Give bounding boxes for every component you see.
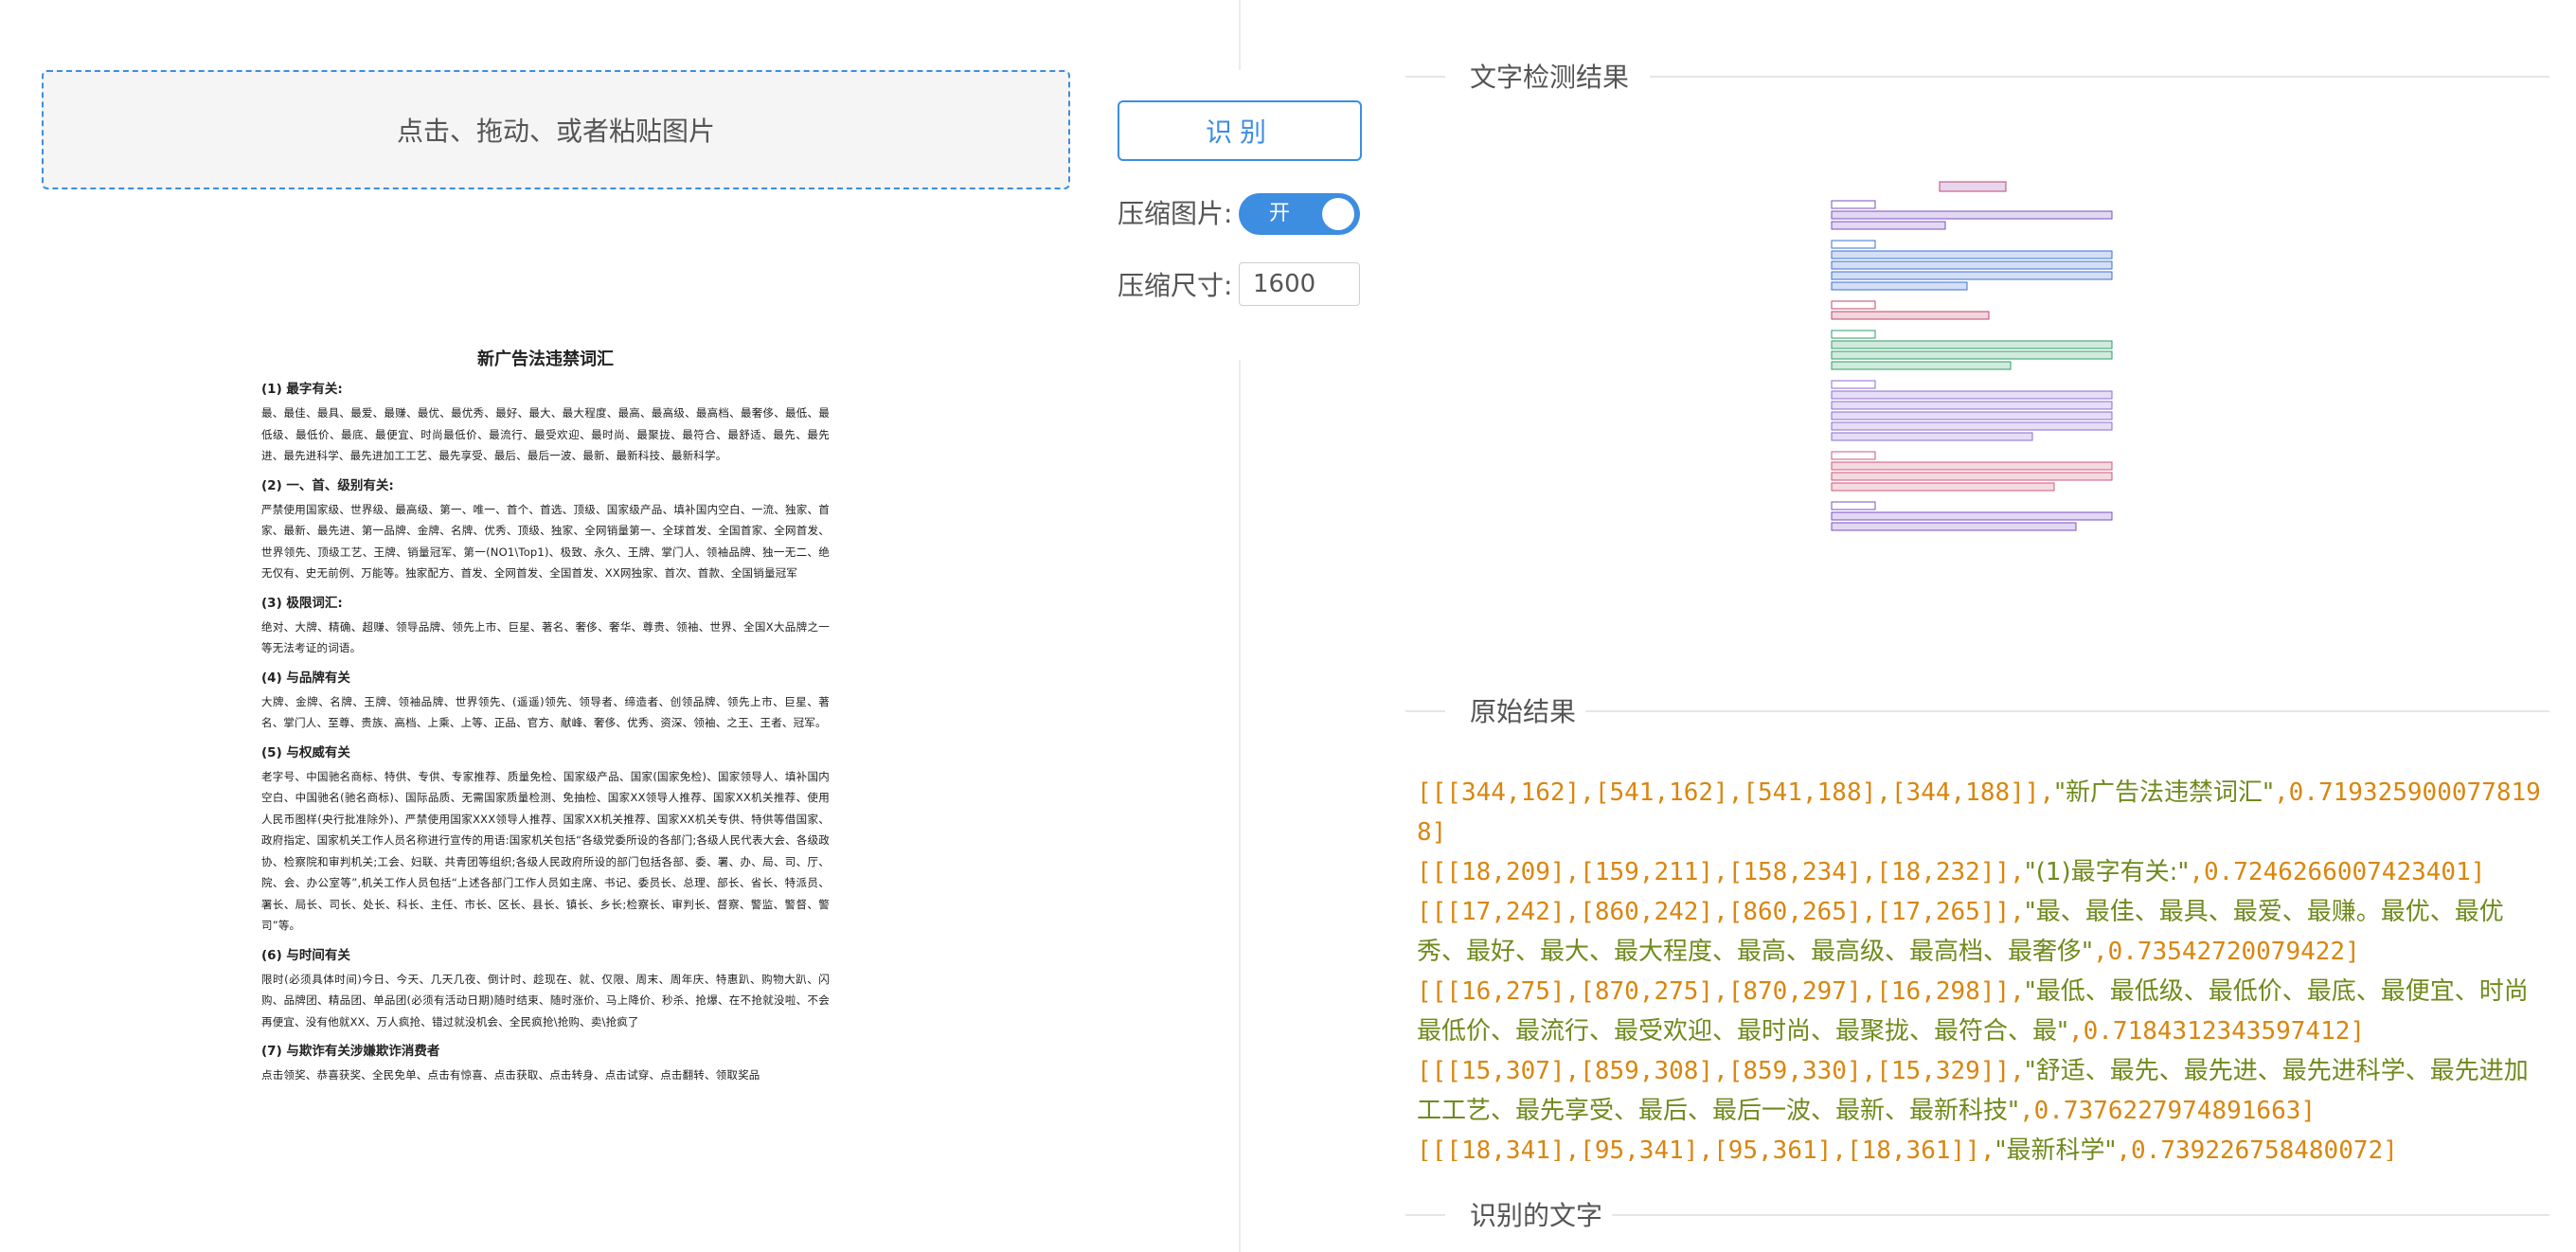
document-section: (4) 与品牌有关 大牌、金牌、名牌、王牌、领袖品牌、世界领先、(遥遥)领先、领… [261, 669, 830, 734]
raw-box-coords: [[[15,307],[859,308],[859,330],[15,329]]… [1417, 1057, 2025, 1085]
uploaded-image-preview: 新广告法违禁词汇 (1) 最字有关: 最、最佳、最具、最爱、最赚、最优、最优秀、… [261, 336, 830, 1207]
document-section: (3) 极限词汇: 绝对、大牌、精确、超赚、领导品牌、领先上市、巨星、著名、奢侈… [261, 594, 830, 659]
section-heading: (6) 与时间有关 [261, 947, 350, 963]
raw-result-line: [[[18,209],[159,211],[158,234],[18,232]]… [1417, 852, 2544, 892]
detection-box [1831, 411, 2113, 420]
section-heading: (4) 与品牌有关 [261, 670, 350, 686]
detection-box [1831, 260, 2113, 270]
detection-box [1831, 340, 2113, 349]
raw-score: ,0.73542720079422] [2092, 938, 2360, 966]
detection-box [1831, 401, 2113, 410]
detection-box [1831, 300, 1876, 310]
divider-line [1612, 1214, 2549, 1216]
raw-box-coords: [[[18,341],[95,341],[95,361],[18,361]], [1417, 1136, 1995, 1161]
raw-result-line: [[[17,242],[860,242],[860,265],[17,265]]… [1417, 892, 2544, 972]
detection-box [1831, 390, 2113, 400]
column-divider [1239, 0, 1241, 70]
section-body: 大牌、金牌、名牌、王牌、领袖品牌、世界领先、(遥遥)领先、领导者、缔造者、创领品… [261, 694, 830, 730]
compress-toggle[interactable]: 开 [1239, 193, 1360, 235]
detection-box [1831, 210, 2113, 220]
raw-result-line: [[[15,307],[859,308],[859,330],[15,329]]… [1417, 1051, 2544, 1131]
raw-text-value: "新广告法违禁词汇" [2054, 778, 2275, 807]
divider-line [1405, 1214, 1445, 1216]
detection-box [1831, 250, 2113, 259]
detection-boxes-overlay [1831, 181, 2113, 531]
detection-section-header: 文字检测结果 [1405, 57, 2549, 95]
recognize-button[interactable]: 识别 [1118, 100, 1362, 161]
document-section: (6) 与时间有关 限时(必须具体时间)今日、今天、几天几夜、倒计时、趁现在、就… [261, 946, 830, 1033]
upload-hint: 点击、拖动、或者粘贴图片 [396, 116, 715, 147]
detection-box [1831, 511, 2113, 521]
section-heading: (7) 与欺诈有关涉嫌欺诈消费者 [261, 1044, 440, 1059]
raw-score: ,0.7184312343597412] [2067, 1017, 2366, 1046]
recognized-text-title: 识别的文字 [1470, 1200, 1603, 1231]
document-section: (5) 与权威有关 老字号、中国驰名商标、特供、专供、专家推荐、质量免检、国家级… [261, 743, 830, 937]
section-body: 点击领奖、恭喜获奖、全民免单、点击有惊喜、点击获取、点击转身、点击试穿、点击翻转… [261, 1068, 760, 1082]
compress-size-input[interactable] [1239, 262, 1360, 306]
document-section: (2) 一、首、级别有关: 严禁使用国家级、世界级、最高级、第一、唯一、首个、首… [261, 476, 830, 584]
section-body: 绝对、大牌、精确、超赚、领导品牌、领先上市、巨星、著名、奢侈、奢华、尊贵、领袖、… [261, 619, 830, 655]
column-divider [1239, 360, 1241, 1252]
detection-box [1831, 281, 1968, 291]
divider-line [1585, 710, 2549, 712]
detection-box [1831, 221, 1946, 230]
section-body: 最、最佳、最具、最爱、最赚、最优、最优秀、最好、最大、最大程度、最高、最高级、最… [261, 406, 830, 462]
detection-box [1831, 311, 1990, 320]
raw-results-output: [[[344,162],[541,162],[541,188],[344,188… [1417, 773, 2544, 1161]
section-body: 老字号、中国驰名商标、特供、专供、专家推荐、质量免检、国家级产品、国家(国家免检… [261, 769, 830, 933]
compress-size-label: 压缩尺寸: [1118, 270, 1233, 301]
detection-box [1831, 472, 2113, 481]
section-heading: (5) 与权威有关 [261, 744, 350, 760]
raw-section-header: 原始结果 [1405, 691, 2549, 729]
toggle-knob [1322, 198, 1354, 230]
detection-box [1831, 421, 2113, 431]
raw-score: ,0.739226758480072] [2116, 1136, 2398, 1161]
detection-box [1831, 432, 2033, 441]
detection-box [1831, 461, 2113, 471]
text-section-header: 识别的文字 [1405, 1195, 2549, 1233]
document-section: (7) 与欺诈有关涉嫌欺诈消费者 点击领奖、恭喜获奖、全民免单、点击有惊喜、点击… [261, 1042, 830, 1086]
detection-box [1831, 522, 2077, 531]
section-body: 限时(必须具体时间)今日、今天、几天几夜、倒计时、趁现在、就、仅限、周末、周年庆… [261, 972, 830, 1028]
image-upload-dropzone[interactable]: 点击、拖动、或者粘贴图片 [42, 70, 1070, 189]
document-title: 新广告法违禁词汇 [477, 349, 614, 369]
raw-score: ,0.7376227974891663] [2018, 1097, 2317, 1125]
section-heading: (2) 一、首、级别有关: [261, 477, 394, 493]
divider-line [1405, 710, 1445, 712]
raw-score: ,0.7246266007423401] [2189, 858, 2486, 886]
section-heading: (1) 最字有关: [261, 382, 343, 397]
raw-result-line: [[[16,275],[870,275],[870,297],[16,298]]… [1417, 972, 2544, 1051]
detection-box [1831, 271, 2113, 280]
detection-box [1831, 482, 2055, 492]
detection-box [1831, 361, 2012, 370]
divider-line [1405, 76, 1445, 78]
detection-box [1831, 350, 2113, 360]
section-body: 严禁使用国家级、世界级、最高级、第一、唯一、首个、首选、顶级、国家级产品、填补国… [261, 502, 830, 581]
raw-box-coords: [[[17,242],[860,242],[860,265],[17,265]]… [1417, 898, 2025, 926]
raw-text-value: "(1)最字有关:" [2024, 858, 2190, 886]
detection-box [1831, 380, 1876, 389]
raw-result-line: [[[18,341],[95,341],[95,361],[18,361]],"… [1417, 1131, 2544, 1161]
raw-title: 原始结果 [1470, 696, 1577, 727]
detection-box [1831, 501, 1876, 510]
detection-result-image [1826, 176, 2116, 614]
raw-result-line: [[[344,162],[541,162],[541,188],[344,188… [1417, 773, 2544, 852]
section-heading: (3) 极限词汇: [261, 595, 343, 611]
toggle-state-text: 开 [1269, 202, 1291, 225]
detection-box [1831, 451, 1876, 460]
detection-title: 文字检测结果 [1470, 62, 1630, 93]
raw-box-coords: [[[16,275],[870,275],[870,297],[16,298]]… [1417, 977, 2025, 1006]
detection-box [1831, 330, 1876, 339]
detection-box [1831, 240, 1876, 249]
raw-text-value: "最新科学" [1995, 1136, 2117, 1161]
compress-image-label: 压缩图片: [1118, 198, 1233, 229]
raw-box-coords: [[[18,209],[159,211],[158,234],[18,232]]… [1417, 858, 2025, 886]
raw-box-coords: [[[344,162],[541,162],[541,188],[344,188… [1417, 778, 2055, 807]
detection-box [1939, 181, 2007, 192]
detection-box [1831, 200, 1876, 209]
divider-line [1650, 76, 2549, 78]
document-section: (1) 最字有关: 最、最佳、最具、最爱、最赚、最优、最优秀、最好、最大、最大程… [261, 380, 830, 467]
